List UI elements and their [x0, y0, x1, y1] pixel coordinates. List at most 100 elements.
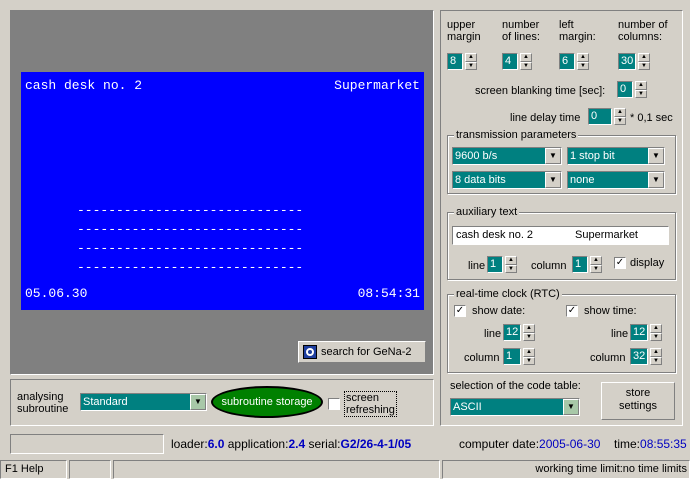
left-margin-value[interactable]: 6 [559, 53, 575, 70]
left-margin-stepper[interactable]: 6 ▲ ▼ [559, 53, 589, 70]
line-delay-stepper[interactable]: 0 ▲ ▼ [588, 108, 626, 125]
number-of-columns-value[interactable]: 30 [618, 53, 636, 70]
computer-date: computer date:2005-06-30 [459, 437, 601, 451]
chevron-down-icon[interactable]: ▼ [648, 172, 664, 188]
terminal-screen: cash desk no. 2 Supermarket ------------… [21, 72, 424, 310]
baud-select[interactable]: 9600 b/s ▼ [452, 147, 562, 165]
screen-top-right: Supermarket [334, 78, 420, 93]
code-table-select[interactable]: ASCII ▼ [450, 398, 580, 416]
chevron-down-icon[interactable]: ▼ [545, 148, 561, 164]
transmission-caption: transmission parameters [454, 129, 579, 141]
screen-date: 05.06.30 [25, 286, 88, 301]
date-line-value[interactable]: 12 [503, 324, 521, 341]
left-margin-spin[interactable]: ▲ ▼ [577, 53, 589, 70]
search-icon [303, 345, 317, 359]
upper-margin-label: upper margin [447, 19, 481, 43]
data-bits-select[interactable]: 8 data bits ▼ [452, 171, 562, 189]
chevron-down-icon[interactable]: ▼ [190, 394, 206, 410]
aux-column-value[interactable]: 1 [572, 256, 588, 273]
upper-margin-spin[interactable]: ▲ ▼ [465, 53, 477, 70]
date-line-spin[interactable]: ▲ ▼ [523, 324, 535, 341]
aux-line-value[interactable]: 1 [487, 256, 503, 273]
parity-select[interactable]: none ▼ [567, 171, 665, 189]
number-of-columns-label: number of columns: [618, 19, 668, 43]
aux-column-stepper[interactable]: 1 ▲ ▼ [572, 256, 602, 273]
screen-dash-line: ----------------------------- [77, 203, 304, 218]
left-margin-label: left margin: [559, 19, 596, 43]
number-of-lines-stepper[interactable]: 4 ▲ ▼ [502, 53, 532, 70]
line-delay-unit: * 0,1 sec [630, 112, 673, 124]
aux-column-spin[interactable]: ▲ ▼ [590, 256, 602, 273]
date-line-stepper[interactable]: 12 ▲ ▼ [503, 324, 535, 341]
status-help: F1 Help [0, 460, 67, 479]
time-line-stepper[interactable]: 12 ▲ ▼ [630, 324, 662, 341]
screen-time: 08:54:31 [357, 286, 420, 301]
blanking-time-stepper[interactable]: 0 ▲ ▼ [617, 81, 647, 98]
analysing-subroutine-label: analysing subroutine [17, 391, 69, 415]
date-column-label: column [464, 352, 500, 364]
time-column-spin[interactable]: ▲ ▼ [650, 348, 662, 365]
info-empty-box [10, 434, 164, 454]
time-column-value[interactable]: 32 [630, 348, 648, 365]
search-button-label: search for GeNa-2 [321, 346, 412, 358]
line-delay-spin[interactable]: ▲ ▼ [614, 108, 626, 125]
status-time-limit: working time limit:no time limits [442, 460, 690, 479]
blanking-time-spin[interactable]: ▲ ▼ [635, 81, 647, 98]
show-time-checkbox[interactable]: ✓ [566, 305, 578, 317]
screen-refreshing-label: screen refreshing [344, 391, 397, 417]
aux-line-spin[interactable]: ▲ ▼ [505, 256, 517, 273]
display-panel: cash desk no. 2 Supermarket ------------… [10, 10, 434, 375]
screen-top-left: cash desk no. 2 [25, 78, 143, 93]
date-line-label: line [484, 328, 502, 340]
date-column-spin[interactable]: ▲ ▼ [523, 348, 535, 365]
show-date-checkbox[interactable]: ✓ [454, 305, 466, 317]
time-line-label: line [611, 328, 629, 340]
number-of-columns-spin[interactable]: ▲ ▼ [638, 53, 650, 70]
aux-text-right: Supermarket [575, 229, 638, 241]
stop-bit-select[interactable]: 1 stop bit ▼ [567, 147, 665, 165]
show-time-label: show time: [584, 305, 637, 317]
chevron-down-icon[interactable]: ▼ [545, 172, 561, 188]
version-info: loader:6.0 application:2.4 serial:G2/26-… [171, 437, 412, 451]
date-column-value[interactable]: 1 [503, 348, 521, 365]
aux-line-stepper[interactable]: 1 ▲ ▼ [487, 256, 517, 273]
display-checkbox[interactable]: ✓ [614, 257, 626, 269]
rtc-caption: real-time clock (RTC) [454, 288, 562, 300]
search-button[interactable]: search for GeNa-2 [298, 341, 426, 363]
computer-time: time:08:55:35 [614, 437, 687, 451]
number-of-lines-value[interactable]: 4 [502, 53, 518, 70]
auxiliary-text-input[interactable]: cash desk no. 2 Supermarket [452, 226, 669, 245]
number-of-lines-spin[interactable]: ▲ ▼ [520, 53, 532, 70]
time-line-spin[interactable]: ▲ ▼ [650, 324, 662, 341]
line-delay-label: line delay time [510, 112, 581, 124]
subroutine-select[interactable]: Standard ▼ [80, 393, 207, 411]
show-date-label: show date: [472, 305, 526, 317]
screen-dash-line: ----------------------------- [77, 260, 304, 275]
subroutine-storage-button[interactable]: subroutine storage [211, 386, 323, 418]
number-of-lines-label: number of lines: [502, 19, 540, 43]
upper-margin-stepper[interactable]: 8 ▲ ▼ [447, 53, 477, 70]
line-delay-value[interactable]: 0 [588, 108, 612, 125]
aux-column-label: column [531, 260, 567, 272]
screen-dash-line: ----------------------------- [77, 222, 304, 237]
display-checkbox-label: display [630, 257, 665, 269]
chevron-down-icon[interactable]: ▼ [563, 399, 579, 415]
screen-dash-line: ----------------------------- [77, 241, 304, 256]
screen-refreshing-checkbox[interactable] [328, 398, 340, 410]
date-column-stepper[interactable]: 1 ▲ ▼ [503, 348, 535, 365]
status-empty-2 [113, 460, 440, 479]
status-empty-1 [69, 460, 111, 479]
time-line-value[interactable]: 12 [630, 324, 648, 341]
aux-line-label: line [468, 260, 486, 272]
blanking-time-label: screen blanking time [sec]: [475, 85, 606, 97]
upper-margin-value[interactable]: 8 [447, 53, 463, 70]
aux-text-left: cash desk no. 2 [456, 229, 534, 241]
store-settings-button[interactable]: store settings [601, 382, 675, 420]
chevron-down-icon[interactable]: ▼ [648, 148, 664, 164]
code-table-label: selection of the code table: [450, 380, 581, 392]
time-column-stepper[interactable]: 32 ▲ ▼ [630, 348, 662, 365]
time-column-label: column [590, 352, 626, 364]
blanking-time-value[interactable]: 0 [617, 81, 633, 98]
number-of-columns-stepper[interactable]: 30 ▲ ▼ [618, 53, 650, 70]
auxiliary-caption: auxiliary text [454, 206, 520, 218]
